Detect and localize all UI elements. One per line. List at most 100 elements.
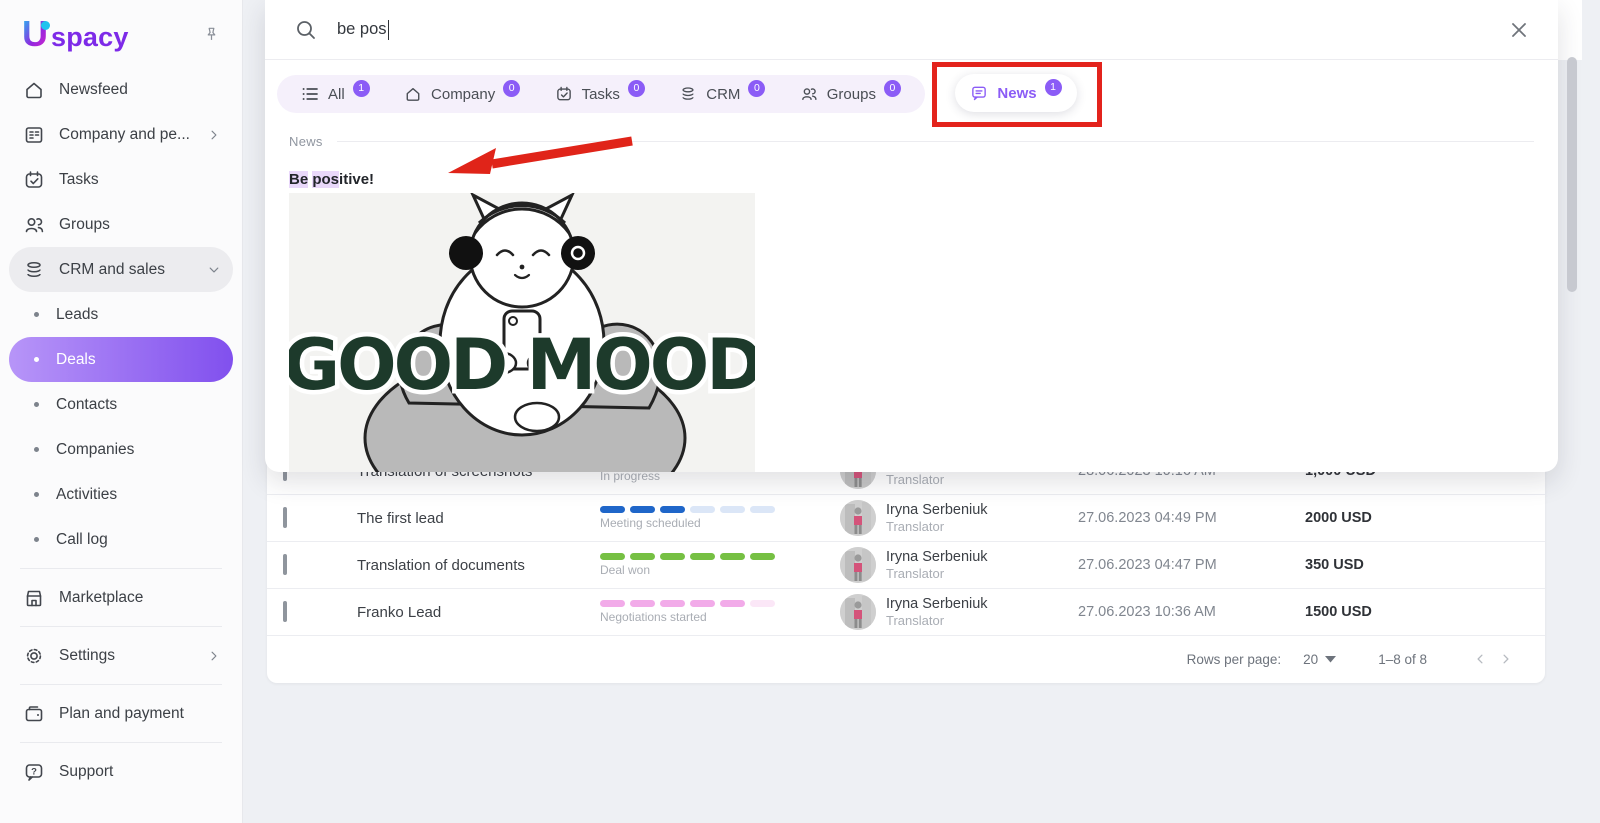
rows-per-page-select[interactable]: 20 xyxy=(1303,652,1337,667)
stage-progress-bar xyxy=(600,553,840,560)
tab-groups[interactable]: Groups 0 xyxy=(800,79,901,103)
sidebar-item-companies[interactable]: Companies xyxy=(9,427,233,472)
count-badge: 0 xyxy=(627,79,645,97)
avatar xyxy=(840,547,876,583)
close-icon[interactable] xyxy=(1506,17,1532,43)
annotation-rectangle xyxy=(932,62,1102,127)
chevron-right-icon xyxy=(207,649,221,663)
sidebar-item-label: Marketplace xyxy=(59,588,144,606)
deal-date: 27.06.2023 04:47 PM xyxy=(1078,557,1217,573)
stage-progress-bar xyxy=(600,506,840,513)
deal-date: 27.06.2023 10:36 AM xyxy=(1078,604,1216,620)
calendar-check-icon xyxy=(25,170,43,188)
table-row[interactable]: Translation of documents Deal won Iryna … xyxy=(267,542,1545,589)
crm-rings-icon xyxy=(27,261,41,277)
search-query: be pos xyxy=(337,20,387,38)
uspacy-logo[interactable]: Uspacy xyxy=(22,16,129,53)
sidebar-item-support[interactable]: ? Support xyxy=(9,749,233,794)
building-icon xyxy=(25,126,43,143)
pin-sidebar-icon[interactable] xyxy=(203,26,220,43)
sidebar-item-marketplace[interactable]: Marketplace xyxy=(9,575,233,620)
search-tabs: All 1 Company 0 Tasks 0 CRM 0 Groups 0 N… xyxy=(265,60,1558,126)
good-mood-image[interactable]: GOOD MOOD xyxy=(289,193,755,472)
scrollbar-thumb[interactable] xyxy=(1567,57,1577,292)
deal-amount: 2000 USD xyxy=(1305,510,1372,526)
sidebar-item-deals[interactable]: Deals xyxy=(9,337,233,382)
sidebar-item-activities[interactable]: Activities xyxy=(9,472,233,517)
tab-company[interactable]: Company 0 xyxy=(404,79,521,103)
table-row[interactable]: The first lead Meeting scheduled Iryna S… xyxy=(267,495,1545,542)
count-badge: 0 xyxy=(748,79,766,97)
sidebar-item-groups[interactable]: Groups xyxy=(9,202,233,247)
sidebar-item-label: Contacts xyxy=(56,395,118,413)
chevron-down-icon xyxy=(207,263,221,277)
sidebar-item-settings[interactable]: Settings xyxy=(9,633,233,678)
sidebar-item-company-and-people[interactable]: Company and pe... xyxy=(9,112,233,157)
tab-crm[interactable]: CRM 0 xyxy=(679,79,766,103)
deal-name: Translation of documents xyxy=(357,556,525,574)
pagination-range: 1–8 of 8 xyxy=(1378,651,1427,667)
good-mood-caption: GOOD MOOD xyxy=(289,324,755,406)
wallet-icon xyxy=(25,705,43,721)
table-row[interactable]: Franko Lead Negotiations started Iryna S… xyxy=(267,589,1545,636)
tab-tasks[interactable]: Tasks 0 xyxy=(555,79,645,103)
logo-text: spacy xyxy=(51,22,129,52)
responsible-role: Translator xyxy=(886,519,945,534)
sidebar-item-crm-and-sales[interactable]: CRM and sales xyxy=(9,247,233,292)
row-checkbox[interactable] xyxy=(283,601,287,622)
storefront-icon xyxy=(26,590,42,606)
count-badge: 0 xyxy=(503,79,521,97)
responsible-role: Translator xyxy=(886,472,945,487)
row-checkbox[interactable] xyxy=(283,507,287,528)
tabs-container: All 1 Company 0 Tasks 0 CRM 0 Groups 0 xyxy=(277,75,925,113)
stage-label: Deal won xyxy=(600,563,651,577)
table-pagination: Rows per page: 20 1–8 of 8 xyxy=(267,636,1545,682)
responsible-name: Iryna Serbeniuk xyxy=(886,596,988,612)
caret-down-icon xyxy=(1325,655,1337,662)
sidebar-item-call-log[interactable]: Call log xyxy=(9,517,233,562)
row-checkbox[interactable] xyxy=(283,554,287,575)
bullet-icon xyxy=(34,447,39,452)
sidebar: Uspacy Newsfeed Company and pe... Tasks … xyxy=(0,0,243,823)
text-cursor xyxy=(387,19,390,40)
sidebar-item-label: Tasks xyxy=(59,170,99,188)
crm-rings-icon xyxy=(682,87,694,100)
deal-name: The first lead xyxy=(357,509,444,527)
deals-table: Translation of screenshots In progress I… xyxy=(267,448,1545,683)
avatar xyxy=(840,500,876,536)
sidebar-item-label: Company and pe... xyxy=(59,125,190,143)
count-badge: 0 xyxy=(883,79,901,97)
avatar xyxy=(840,594,876,630)
help-bubble-icon: ? xyxy=(25,763,43,781)
bullet-icon xyxy=(34,402,39,407)
deal-amount: 350 USD xyxy=(1305,557,1364,573)
deal-name: Franko Lead xyxy=(357,603,442,621)
sidebar-item-leads[interactable]: Leads xyxy=(9,292,233,337)
sidebar-item-label: Companies xyxy=(56,440,135,458)
sidebar-item-plan-and-payment[interactable]: Plan and payment xyxy=(9,691,233,736)
next-page-button[interactable] xyxy=(1493,646,1519,672)
sidebar-item-newsfeed[interactable]: Newsfeed xyxy=(9,67,233,112)
sidebar-item-contacts[interactable]: Contacts xyxy=(9,382,233,427)
divider xyxy=(20,684,222,685)
prev-page-button[interactable] xyxy=(1467,646,1493,672)
chevron-right-icon xyxy=(207,128,221,142)
annotation-arrow-icon xyxy=(448,136,633,174)
divider xyxy=(20,568,222,569)
tab-all[interactable]: All 1 xyxy=(301,79,370,103)
bullet-icon xyxy=(34,492,39,497)
logo-dot xyxy=(41,21,50,30)
sidebar-item-label: Leads xyxy=(56,305,99,323)
responsible-name: Iryna Serbeniuk xyxy=(886,549,988,565)
svg-text:?: ? xyxy=(31,766,37,777)
section-label: News xyxy=(289,134,323,149)
deal-amount: 1500 USD xyxy=(1305,604,1372,620)
sidebar-item-label: Plan and payment xyxy=(59,704,184,722)
sidebar-item-tasks[interactable]: Tasks xyxy=(9,157,233,202)
rows-per-page-label: Rows per page: xyxy=(1186,651,1282,667)
divider xyxy=(20,742,222,743)
divider xyxy=(20,626,222,627)
search-input[interactable]: be pos xyxy=(337,19,1506,40)
sidebar-item-label: Newsfeed xyxy=(59,80,128,98)
sidebar-item-label: Activities xyxy=(56,485,118,503)
